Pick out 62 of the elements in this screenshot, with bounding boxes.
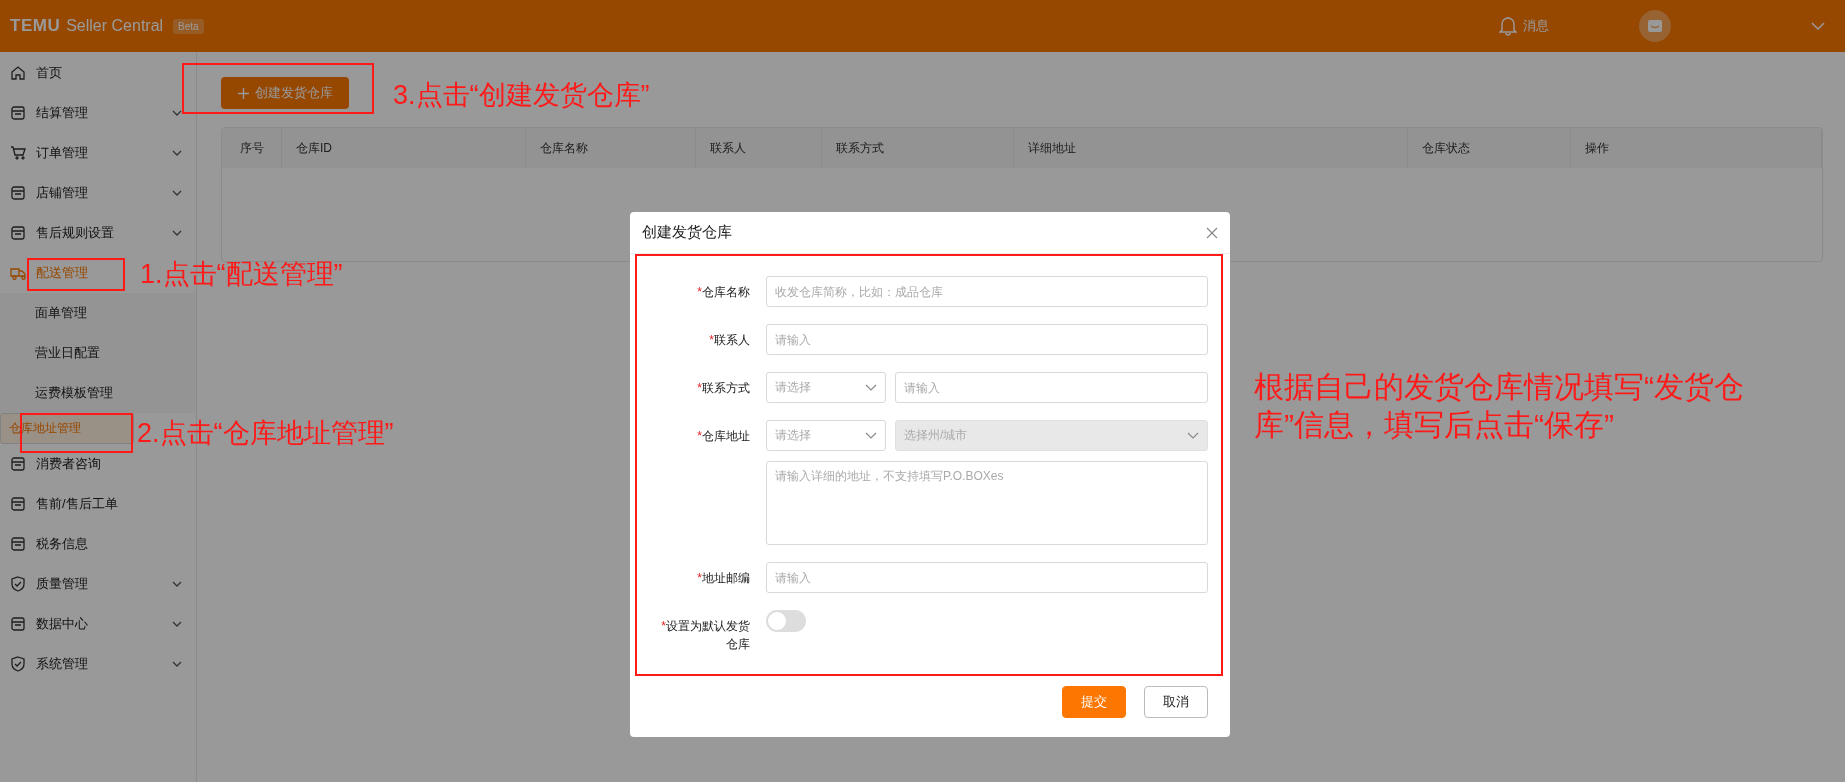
plus-icon bbox=[237, 87, 249, 99]
sidebar-subitem[interactable]: 营业日配置 bbox=[0, 333, 196, 373]
input-field[interactable]: 请输入 bbox=[766, 562, 1208, 593]
input-field[interactable]: 请输入 bbox=[895, 372, 1208, 403]
sidebar-item[interactable]: 订单管理 bbox=[0, 133, 196, 173]
sidebar-item[interactable]: 店铺管理 bbox=[0, 173, 196, 213]
sidebar-item[interactable]: 售前/售后工单 bbox=[0, 484, 132, 524]
column-header: 联系人 bbox=[696, 128, 822, 168]
address-textarea[interactable]: 请输入详细的地址，不支持填写P.O.BOXes bbox=[766, 461, 1208, 545]
logo: TEMU bbox=[10, 16, 61, 36]
sidebar-item[interactable]: 质量管理 bbox=[0, 564, 196, 604]
cart-icon bbox=[10, 145, 26, 161]
dialog-title: 创建发货仓库 bbox=[642, 223, 732, 242]
chevron-down-icon bbox=[172, 581, 182, 587]
sidebar-item[interactable]: 系统管理 bbox=[0, 644, 196, 684]
avatar-icon[interactable] bbox=[1639, 10, 1671, 42]
chevron-down-icon bbox=[172, 190, 182, 196]
field-label: *地址邮编 bbox=[696, 570, 750, 587]
sidebar-subitem[interactable]: 面单管理 bbox=[0, 293, 196, 333]
column-header: 联系方式 bbox=[822, 128, 1014, 168]
sidebar-item[interactable]: 售后规则设置 bbox=[0, 213, 196, 253]
chevron-down-icon bbox=[865, 384, 877, 391]
chevron-down-icon bbox=[865, 432, 877, 439]
product-name: Seller Central bbox=[66, 17, 164, 35]
sidebar-item[interactable]: 首页 bbox=[0, 53, 76, 93]
column-header: 详细地址 bbox=[1014, 128, 1408, 168]
input-field[interactable]: 收发仓库简称，比如：成品仓库 bbox=[766, 276, 1208, 307]
sidebar-item[interactable]: 消费者咨询 bbox=[0, 444, 115, 484]
column-header: 仓库名称 bbox=[526, 128, 696, 168]
chevron-down-icon bbox=[1187, 432, 1199, 439]
sidebar-item[interactable]: 结算管理 bbox=[0, 93, 196, 133]
chevron-down-icon[interactable] bbox=[1811, 22, 1825, 30]
chevron-down-icon bbox=[172, 621, 182, 627]
cancel-button[interactable]: 取消 bbox=[1144, 686, 1208, 718]
field-label: *设置为默认发货仓库 bbox=[660, 618, 750, 653]
column-header: 仓库ID bbox=[282, 128, 526, 168]
chevron-down-icon bbox=[172, 230, 182, 236]
column-header: 仓库状态 bbox=[1408, 128, 1571, 168]
field-label: *仓库地址 bbox=[696, 428, 750, 445]
close-icon[interactable] bbox=[1206, 226, 1218, 239]
annotation-text: 根据自己的发货仓库情况填写“发货仓库”信息，填写后点击“保存” bbox=[1254, 369, 1745, 443]
column-header: 序号 bbox=[222, 128, 282, 168]
field-label: *仓库名称 bbox=[696, 284, 750, 301]
truck-icon bbox=[10, 265, 26, 281]
chevron-down-icon bbox=[172, 661, 182, 667]
annotation-text: 3.点击“创建发货仓库” bbox=[393, 79, 650, 112]
chevron-down-icon bbox=[172, 150, 182, 156]
column-header: 操作 bbox=[1571, 128, 1822, 168]
field-label: *联系方式 bbox=[696, 380, 750, 397]
card-icon bbox=[10, 105, 26, 121]
chevron-down-icon bbox=[172, 110, 182, 116]
sidebar-subitem[interactable]: 运费模板管理 bbox=[0, 373, 196, 413]
annotation-text: 1.点击“配送管理” bbox=[140, 258, 343, 291]
toggle-switch[interactable] bbox=[766, 610, 806, 632]
bell-icon[interactable] bbox=[1499, 16, 1517, 36]
shield-icon bbox=[10, 576, 26, 592]
sidebar-item[interactable]: 税务信息 bbox=[0, 524, 102, 564]
home-icon bbox=[10, 65, 26, 81]
input-field[interactable]: 请输入 bbox=[766, 324, 1208, 355]
field-label: *联系人 bbox=[708, 332, 750, 349]
sidebar-item[interactable]: 数据中心 bbox=[0, 604, 196, 644]
annotation-text: 2.点击“仓库地址管理” bbox=[137, 417, 394, 450]
